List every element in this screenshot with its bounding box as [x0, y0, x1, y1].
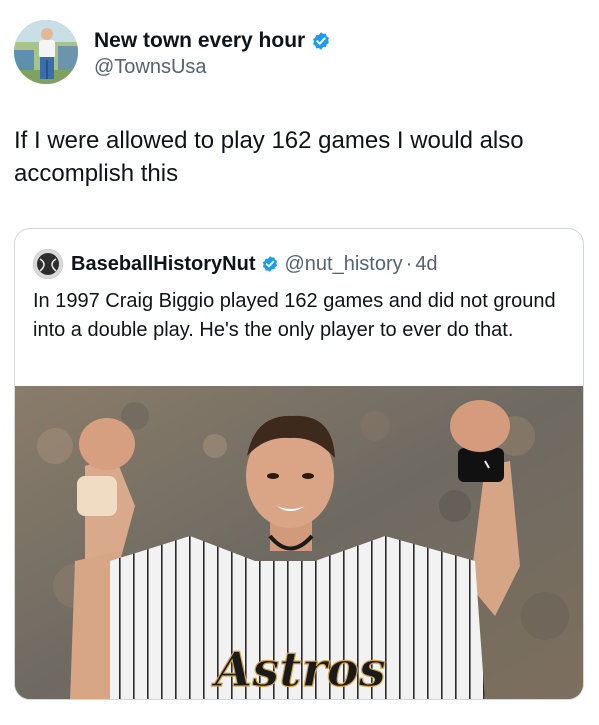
quoted-author-avatar[interactable] [33, 249, 63, 279]
quoted-tweet[interactable]: BaseballHistoryNut @nut_history · 4d In … [14, 228, 584, 700]
verified-badge-icon [313, 32, 330, 50]
jersey-lettering: Astros [211, 642, 386, 698]
author-display-name[interactable]: New town every hour [94, 29, 305, 53]
author-avatar[interactable] [14, 20, 78, 84]
quoted-author-display-name[interactable]: BaseballHistoryNut [71, 253, 256, 276]
tweet-text: If I were allowed to play 162 games I wo… [14, 127, 524, 187]
author-handle[interactable]: @TownsUsa [94, 56, 331, 79]
quoted-tweet-image[interactable]: Astros [15, 386, 583, 699]
quoted-timestamp[interactable]: 4d [415, 253, 437, 276]
quoted-tweet-header: BaseballHistoryNut @nut_history · 4d [33, 249, 438, 279]
man-figure-icon [14, 20, 78, 84]
player-celebrating-photo: Astros [15, 386, 583, 699]
verified-badge-icon [262, 256, 277, 272]
quoted-author-handle[interactable]: @nut_history [285, 253, 403, 276]
quoted-tweet-text: In 1997 Craig Biggio played 162 games an… [33, 290, 556, 341]
separator-dot: · [405, 252, 413, 275]
baseball-avatar-icon [33, 249, 63, 279]
tweet-header: New town every hour @TownsUsa [14, 20, 584, 86]
